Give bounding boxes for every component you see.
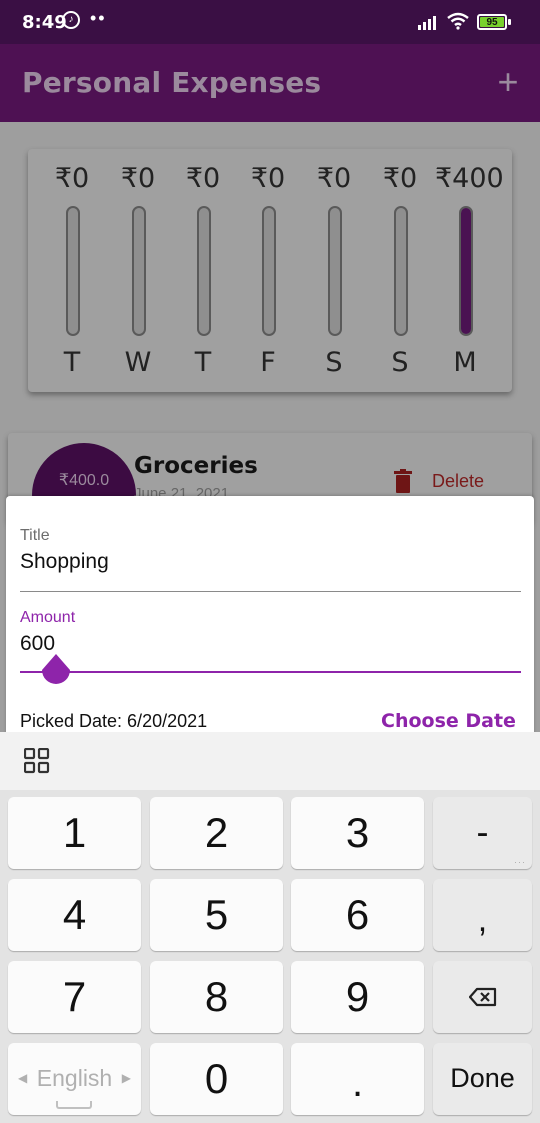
chart-day-label: S [325,347,343,378]
cursor-handle-icon[interactable] [40,654,72,688]
arrow-right-icon: ▶ [121,1071,131,1085]
delete-button[interactable]: Delete [432,471,484,492]
numeric-keyboard: 1 2 3 - ··· 4 5 6 , 7 8 9 ◀ English ▶ 0 .… [0,732,540,1123]
chart-column-5: ₹0 S [370,149,430,392]
status-bar: 8:49 ♪ •• 95 [0,0,540,44]
signal-icon [418,16,436,30]
chart-bar [66,206,80,336]
transaction-title: Groceries [134,453,258,479]
chart-bar [197,206,211,336]
chart-amount: ₹0 [316,163,352,194]
chart-day-label: W [124,347,152,378]
keyboard-toolbar [0,732,540,790]
chart-bar [459,206,473,336]
key-5[interactable]: 5 [150,879,283,951]
battery-level: 95 [480,17,504,28]
more-dots-icon: ··· [514,857,526,867]
key-dash-label: - [476,811,489,852]
chart-column-6: ₹400 M [435,149,504,392]
app-bar: Personal Expenses + [0,44,540,122]
amount-field-label: Amount [20,609,76,626]
grid-icon[interactable] [24,748,50,774]
key-dash[interactable]: - ··· [433,797,532,869]
backspace-key[interactable] [433,961,532,1033]
backspace-icon [469,987,497,1007]
key-dot[interactable]: . [291,1043,424,1115]
key-9-label: 9 [345,973,370,1020]
chart-day-label: S [391,347,409,378]
title-field-underline [20,591,521,592]
title-field-label: Title [20,527,50,544]
chart-amount: ₹0 [54,163,90,194]
key-3[interactable]: 3 [291,797,424,869]
chart-day-label: M [453,347,477,378]
wifi-icon [447,12,469,30]
battery-tip [508,19,511,25]
key-6[interactable]: 6 [291,879,424,951]
done-key-label: Done [450,1063,515,1093]
chart-bar-fill [461,208,471,334]
chart-bar [328,206,342,336]
key-7[interactable]: 7 [8,961,141,1033]
key-8[interactable]: 8 [150,961,283,1033]
chart-day-label: F [260,347,276,378]
done-key[interactable]: Done [433,1043,532,1115]
key-6-label: 6 [345,891,370,938]
chart-amount: ₹0 [185,163,221,194]
music-note-icon: ♪ [62,11,80,29]
screen: 8:49 ♪ •• 95 Personal Expenses + ₹0 T ₹0 W ₹… [0,0,540,1123]
chart-column-2: ₹0 T [173,149,233,392]
page-title: Personal Expenses [22,66,322,99]
chart-amount: ₹0 [120,163,156,194]
title-field[interactable]: Shopping [20,550,109,574]
choose-date-button[interactable]: Choose Date [381,710,516,732]
key-4-label: 4 [62,891,87,938]
key-dot-label: . [351,1061,364,1105]
key-8-label: 8 [204,973,229,1020]
chart-column-4: ₹0 S [304,149,364,392]
status-time: 8:49 [22,12,67,33]
chart-column-0: ₹0 T [42,149,102,392]
picked-date-text: Picked Date: 6/20/2021 [20,711,208,731]
chart-day-label: T [194,347,212,378]
amount-field[interactable]: 600 [20,632,55,656]
key-5-label: 5 [204,891,229,938]
chart-amount: ₹0 [382,163,418,194]
chart-bar [132,206,146,336]
add-transaction-button[interactable]: + [490,62,526,102]
language-key[interactable]: ◀ English ▶ [8,1043,141,1115]
weekly-chart-card: ₹0 T ₹0 W ₹0 T ₹0 F ₹0 S ₹0 S ₹400 M [28,149,512,392]
key-0[interactable]: 0 [150,1043,283,1115]
chart-column-3: ₹0 F [238,149,298,392]
chart-day-label: T [63,347,81,378]
chart-column-1: ₹0 W [108,149,168,392]
battery-icon: 95 [477,14,507,30]
key-1-label: 1 [62,809,87,856]
key-9[interactable]: 9 [291,961,424,1033]
key-2-label: 2 [204,809,229,856]
key-4[interactable]: 4 [8,879,141,951]
chart-amount: ₹0 [250,163,286,194]
key-3-label: 3 [345,809,370,856]
key-1[interactable]: 1 [8,797,141,869]
key-0-label: 0 [204,1055,229,1102]
key-2[interactable]: 2 [150,797,283,869]
chart-amount: ₹400 [435,163,504,194]
key-comma-label: , [477,901,488,939]
notification-dots: •• [90,8,107,28]
key-7-label: 7 [62,973,87,1020]
chart-bar [262,206,276,336]
key-comma[interactable]: , [433,879,532,951]
delete-icon[interactable] [394,469,412,493]
spacebar-icon [56,1101,92,1109]
chart-bar [394,206,408,336]
amount-field-underline [20,671,521,673]
